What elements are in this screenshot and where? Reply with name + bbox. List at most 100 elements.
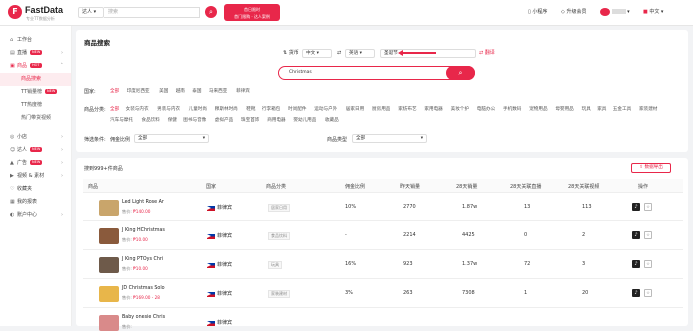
sidebar-sub-tt-sales[interactable]: TT销量榜 NEW	[0, 86, 71, 99]
cat2-option[interactable]: 珠宝首饰	[241, 117, 259, 123]
flag-icon	[207, 234, 215, 239]
country-option[interactable]: 越南	[176, 88, 185, 94]
region-select[interactable]: 达人 ▾	[78, 7, 104, 18]
cat1-option[interactable]: 家用电器	[424, 106, 442, 112]
commission-select[interactable]: 全部 ▾	[134, 134, 209, 143]
source-language-select[interactable]: 中文 ▾	[302, 49, 332, 58]
sidebar-item-favorites[interactable]: ♡ 收藏夹	[0, 183, 71, 196]
cat1-option[interactable]: 厨房用品	[372, 106, 390, 112]
product-thumbnail[interactable]	[99, 286, 119, 302]
cat2-option[interactable]: 食品饮料	[142, 117, 160, 123]
sidebar-item-products[interactable]: ▣ 商品 HOT ˄	[0, 60, 71, 73]
sidebar-item-shop[interactable]: ◎ 小店 ›	[0, 131, 71, 144]
cat2-option[interactable]: 保健	[168, 117, 177, 123]
sidebar-item-workbench[interactable]: ⌂ 工作台	[0, 34, 71, 47]
cat1-option[interactable]: 全部	[110, 106, 119, 112]
language-select[interactable]: ■ 中文 ▾	[643, 7, 663, 17]
cat1-option[interactable]: 女装与内衣	[126, 106, 149, 112]
product-thumbnail[interactable]	[99, 200, 119, 216]
sidebar-item-influencer[interactable]: ☺ 达人 NEW ›	[0, 144, 71, 157]
product-name[interactable]: J King PTOys Chri	[122, 257, 163, 262]
cat1-option[interactable]: 儿童时尚	[189, 106, 207, 112]
column-header: 28天关联直播	[510, 184, 542, 190]
cat2-option[interactable]: 图书与音像	[183, 117, 206, 123]
video-28d-cell: 3	[582, 261, 586, 267]
cat2-option[interactable]: 汽车与摩托	[110, 117, 133, 123]
cat1-option[interactable]: 家具	[597, 106, 606, 112]
sidebar-sub-product-search[interactable]: 商品搜索	[0, 73, 71, 86]
product-name[interactable]: Baby onesie Chris	[122, 315, 165, 320]
cat1-option[interactable]: 鞋靴	[246, 106, 255, 112]
video-icon: ▶	[10, 173, 14, 179]
country-option[interactable]: 马来西亚	[209, 88, 227, 94]
cat2-option[interactable]: 婴幼儿用品	[293, 117, 316, 123]
live-28d-cell: 0	[524, 232, 528, 238]
cat1-option[interactable]: 运动与户外	[314, 106, 337, 112]
product-name[interactable]: JD Christmas Solo	[122, 286, 165, 291]
user-avatar[interactable]: ▾	[600, 7, 630, 17]
tiktok-icon[interactable]: ♪	[632, 203, 640, 211]
cat1-option[interactable]: 穆斯林时尚	[215, 106, 238, 112]
category-tag: 居家日用	[268, 204, 290, 212]
type-select[interactable]: 全部 ▾	[352, 134, 427, 143]
search-icon[interactable]: ⌕	[205, 6, 217, 18]
tiktok-icon[interactable]: ♪	[632, 289, 640, 297]
country-option[interactable]: 菲律宾	[236, 88, 250, 94]
target-language-select[interactable]: 英语 ▾	[345, 49, 375, 58]
product-price: 售价: ₱169.00 - 28	[122, 295, 160, 300]
sidebar-sub-hot-videos[interactable]: 热门带货视频	[0, 112, 71, 125]
cat1-option[interactable]: 家装建材	[639, 106, 657, 112]
cat1-option[interactable]: 电脑办公	[477, 106, 495, 112]
product-price: 售价: ₱10.00	[122, 237, 148, 242]
promo-line1: 首日限时	[244, 7, 260, 12]
country-option[interactable]: 美国	[159, 88, 168, 94]
promo-banner[interactable]: 首日限时 首门限购 · 达人案例	[224, 4, 280, 21]
sidebar-sub-tt-hot[interactable]: TT热度榜	[0, 99, 71, 112]
cat1-option[interactable]: 玩具	[582, 106, 591, 112]
favorite-icon[interactable]: ☆	[644, 289, 652, 297]
cat2-option[interactable]: 虚拟产品	[215, 117, 233, 123]
heart-icon: ♡	[10, 186, 15, 192]
translate-button[interactable]: ⇄ 翻译	[479, 49, 495, 58]
cat1-option[interactable]: 时尚配件	[288, 106, 306, 112]
cat1-option[interactable]: 男装与内衣	[157, 106, 180, 112]
product-name[interactable]: J King HChristmas	[122, 228, 165, 233]
currency-select[interactable]: ⇅ 货币	[283, 49, 299, 58]
cat1-option[interactable]: 手机数码	[503, 106, 521, 112]
sidebar-item-ads[interactable]: ▲ 广告 NEW ›	[0, 157, 71, 170]
favorite-icon[interactable]: ☆	[644, 203, 652, 211]
search-icon[interactable]: ⌕	[446, 66, 475, 80]
favorite-icon[interactable]: ☆	[644, 260, 652, 268]
column-header: 昨天销量	[400, 184, 421, 190]
cat1-option[interactable]: 行李箱包	[262, 106, 280, 112]
cat1-option[interactable]: 母婴用品	[555, 106, 573, 112]
cat2-option[interactable]: 收藏品	[325, 117, 339, 123]
tiktok-icon[interactable]: ♪	[632, 231, 640, 239]
sidebar-item-account[interactable]: ◐ 账户中心 ›	[0, 209, 71, 222]
upgrade-link[interactable]: ◇ 升级会员	[561, 7, 586, 17]
mini-program-link[interactable]: ▯ 小程序	[528, 7, 547, 17]
yesterday-sales-cell: 2770	[403, 204, 416, 210]
product-thumbnail[interactable]	[99, 228, 119, 244]
cat1-option[interactable]: 五金工具	[613, 106, 631, 112]
cat2-option[interactable]: 商用电器	[267, 117, 285, 123]
sidebar-item-live[interactable]: ▤ 直播 NEW ›	[0, 47, 71, 60]
favorite-icon[interactable]: ☆	[644, 231, 652, 239]
sidebar-item-reports[interactable]: ▦ 我的报表	[0, 196, 71, 209]
cat1-option[interactable]: 美妆个护	[451, 106, 469, 112]
swap-icon[interactable]: ⇄	[337, 49, 341, 58]
top-search-input[interactable]: 搜索	[104, 7, 200, 18]
sidebar-item-video[interactable]: ▶ 视频 & 素材 ›	[0, 170, 71, 183]
country-option[interactable]: 全部	[110, 88, 119, 94]
country-option[interactable]: 泰国	[192, 88, 201, 94]
cat1-option[interactable]: 居家日用	[346, 106, 364, 112]
export-button[interactable]: ⇪ 数据导出	[631, 163, 671, 173]
cat1-option[interactable]: 宠物用品	[529, 106, 547, 112]
tiktok-icon[interactable]: ♪	[632, 260, 640, 268]
product-name[interactable]: Led Light Rose Ar	[122, 200, 164, 205]
product-thumbnail[interactable]	[99, 257, 119, 273]
cat1-option[interactable]: 家纺布艺	[398, 106, 416, 112]
yesterday-sales-cell: 923	[403, 261, 413, 267]
country-option[interactable]: 印度尼西亚	[127, 88, 150, 94]
product-thumbnail[interactable]	[99, 315, 119, 331]
